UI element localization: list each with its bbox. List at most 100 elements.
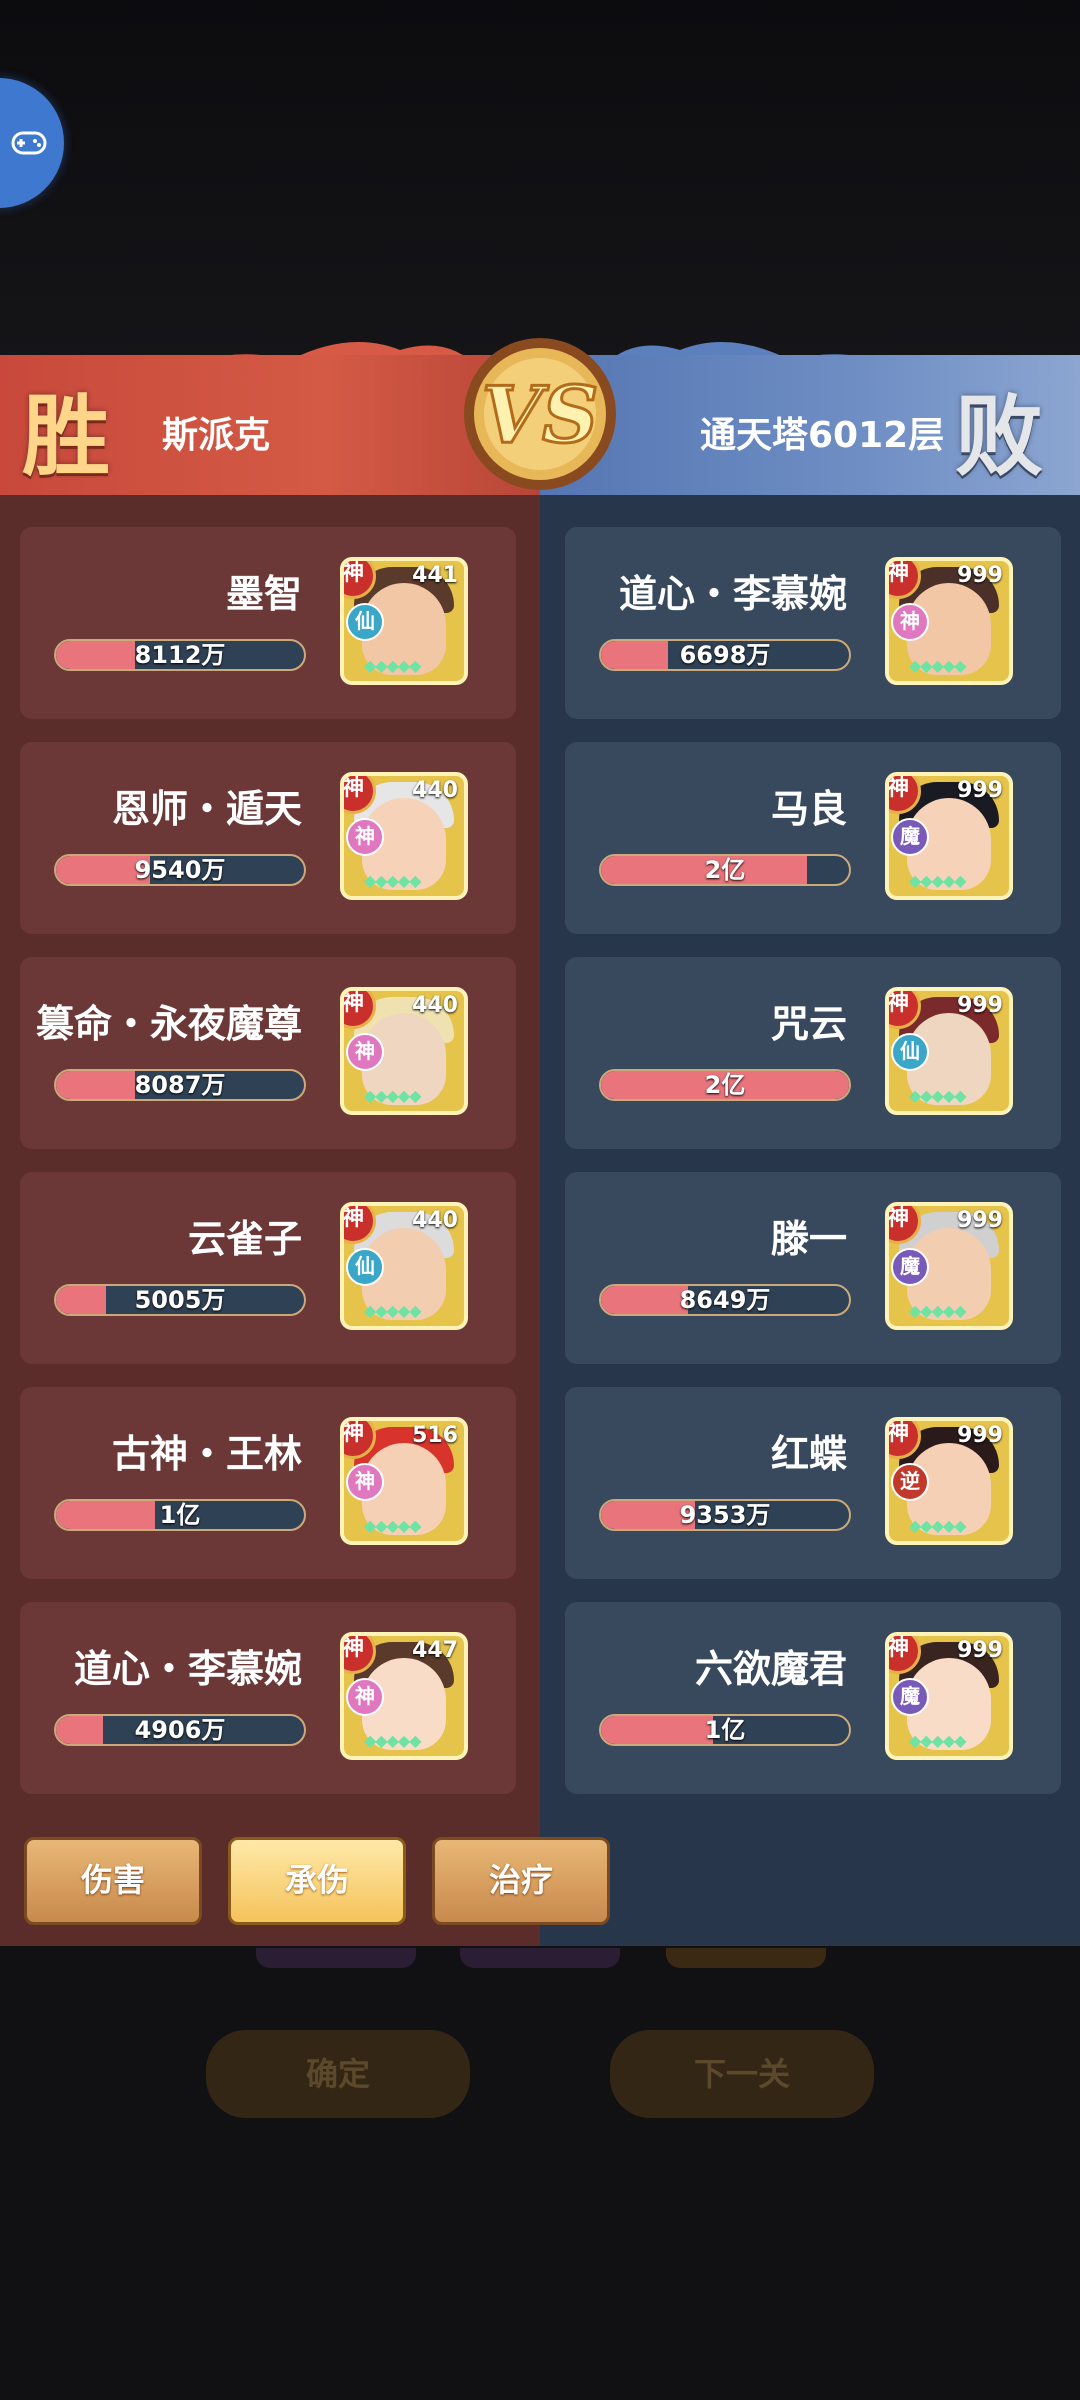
stat-value: 2亿 <box>704 856 746 884</box>
vs-emblem: VS <box>464 338 616 490</box>
behind-tab-chip <box>460 1948 620 1968</box>
stat-value: 2亿 <box>704 1071 746 1099</box>
hero-level: 999 <box>957 993 1003 1018</box>
stat-bar: 1亿 <box>54 1499 306 1531</box>
hero-level: 447 <box>412 1638 458 1663</box>
stat-bar: 9540万 <box>54 854 306 886</box>
stat-bar: 8087万 <box>54 1069 306 1101</box>
star-rank-icons: ◆◆◆◆◆ <box>364 1301 422 1320</box>
hero-card[interactable]: 云雀子 5005万神 440 仙 ◆◆◆◆◆ <box>20 1172 516 1364</box>
hero-name: 马良 <box>770 787 847 831</box>
hero-level: 999 <box>957 778 1003 803</box>
hero-card[interactable]: 恩师・遁天 9540万神 440 神 ◆◆◆◆◆ <box>20 742 516 934</box>
hero-card[interactable]: 道心・李慕婉 6698万神 999 神 ◆◆◆◆◆ <box>565 527 1061 719</box>
lose-label: 败 <box>955 384 1044 488</box>
stat-value: 8087万 <box>134 1071 226 1099</box>
hero-name: 红蝶 <box>770 1432 847 1476</box>
hero-level: 516 <box>412 1423 458 1448</box>
hero-name: 六欲魔君 <box>694 1647 847 1691</box>
star-rank-icons: ◆◆◆◆◆ <box>364 1086 422 1105</box>
faction-badge: 神 <box>346 818 384 856</box>
hero-portrait[interactable]: 神 440 神 ◆◆◆◆◆ <box>340 987 468 1115</box>
faction-badge: 神 <box>346 1033 384 1071</box>
hero-name: 篡命・永夜魔尊 <box>35 1002 302 1046</box>
faction-badge: 仙 <box>346 1248 384 1286</box>
hero-level: 440 <box>412 993 458 1018</box>
faction-badge: 神 <box>891 603 929 641</box>
star-rank-icons: ◆◆◆◆◆ <box>364 1731 422 1750</box>
hero-portrait[interactable]: 神 440 仙 ◆◆◆◆◆ <box>340 1202 468 1330</box>
right-player-name: 通天塔6012层 <box>700 415 945 456</box>
stat-value: 5005万 <box>134 1286 226 1314</box>
hero-name: 云雀子 <box>187 1217 302 1261</box>
faction-badge: 逆 <box>891 1463 929 1501</box>
left-player-name: 斯派克 <box>162 415 271 456</box>
hero-portrait[interactable]: 神 999 魔 ◆◆◆◆◆ <box>885 1632 1013 1760</box>
stat-bar: 2亿 <box>599 1069 851 1101</box>
faction-badge: 魔 <box>891 818 929 856</box>
star-rank-icons: ◆◆◆◆◆ <box>364 871 422 890</box>
hero-card[interactable]: 滕一 8649万神 999 魔 ◆◆◆◆◆ <box>565 1172 1061 1364</box>
stat-bar: 9353万 <box>599 1499 851 1531</box>
hero-name: 墨智 <box>225 572 302 616</box>
hero-level: 440 <box>412 1208 458 1233</box>
tab-healing[interactable]: 治疗 <box>432 1837 610 1925</box>
star-rank-icons: ◆◆◆◆◆ <box>909 1731 967 1750</box>
hero-card[interactable]: 咒云 2亿神 999 仙 ◆◆◆◆◆ <box>565 957 1061 1149</box>
star-rank-icons: ◆◆◆◆◆ <box>364 1516 422 1535</box>
star-rank-icons: ◆◆◆◆◆ <box>909 656 967 675</box>
star-rank-icons: ◆◆◆◆◆ <box>909 1516 967 1535</box>
star-rank-icons: ◆◆◆◆◆ <box>909 1086 967 1105</box>
stat-value: 8649万 <box>679 1286 771 1314</box>
faction-badge: 魔 <box>891 1248 929 1286</box>
battle-result-header: 胜 斯派克 通天塔6012层 败 VS <box>0 330 1080 495</box>
hero-portrait[interactable]: 神 440 神 ◆◆◆◆◆ <box>340 772 468 900</box>
hero-level: 999 <box>957 1638 1003 1663</box>
hero-portrait[interactable]: 神 999 逆 ◆◆◆◆◆ <box>885 1417 1013 1545</box>
stat-value: 9353万 <box>679 1501 771 1529</box>
faction-badge: 仙 <box>346 603 384 641</box>
hero-portrait[interactable]: 神 999 魔 ◆◆◆◆◆ <box>885 1202 1013 1330</box>
stat-value: 1亿 <box>159 1501 201 1529</box>
hero-portrait[interactable]: 神 999 魔 ◆◆◆◆◆ <box>885 772 1013 900</box>
svg-text:VS: VS <box>482 370 599 461</box>
hero-portrait[interactable]: 神 441 仙 ◆◆◆◆◆ <box>340 557 468 685</box>
stat-value: 8112万 <box>134 641 226 669</box>
hero-card[interactable]: 六欲魔君 1亿 神 999 魔 ◆◆◆◆◆ <box>565 1602 1061 1794</box>
hero-portrait[interactable]: 神 516 神 ◆◆◆◆◆ <box>340 1417 468 1545</box>
behind-tab-chip <box>256 1948 416 1968</box>
stat-value: 4906万 <box>134 1716 226 1744</box>
next-level-button[interactable]: 下一关 <box>610 2030 874 2118</box>
hero-card[interactable]: 道心・李慕婉 4906万神 447 神 ◆◆◆◆◆ <box>20 1602 516 1794</box>
win-label: 胜 <box>22 384 111 488</box>
hero-level: 440 <box>412 778 458 803</box>
star-rank-icons: ◆◆◆◆◆ <box>909 871 967 890</box>
hero-card[interactable]: 篡命・永夜魔尊 8087万神 440 神 ◆◆◆◆◆ <box>20 957 516 1149</box>
dim-background-bottom <box>0 1946 1080 2400</box>
stat-bar: 1亿 <box>599 1714 851 1746</box>
confirm-button[interactable]: 确定 <box>206 2030 470 2118</box>
hero-portrait[interactable]: 神 999 仙 ◆◆◆◆◆ <box>885 987 1013 1115</box>
stat-value: 9540万 <box>134 856 226 884</box>
stat-value: 6698万 <box>679 641 771 669</box>
hero-card[interactable]: 古神・王林 1亿 神 516 神 ◆◆◆◆◆ <box>20 1387 516 1579</box>
hero-portrait[interactable]: 神 999 神 ◆◆◆◆◆ <box>885 557 1013 685</box>
tab-damage-taken[interactable]: 承伤 <box>228 1837 406 1925</box>
hero-level: 999 <box>957 1208 1003 1233</box>
star-rank-icons: ◆◆◆◆◆ <box>909 1301 967 1320</box>
hero-card[interactable]: 墨智 8112万 神 441 仙 ◆◆◆◆◆ <box>20 527 516 719</box>
faction-badge: 仙 <box>891 1033 929 1071</box>
stat-bar: 5005万 <box>54 1284 306 1316</box>
hero-card[interactable]: 红蝶 9353万神 999 逆 ◆◆◆◆◆ <box>565 1387 1061 1579</box>
stat-bar: 6698万 <box>599 639 851 671</box>
behind-tab-chip <box>666 1948 826 1968</box>
hero-name: 滕一 <box>770 1217 847 1261</box>
hero-portrait[interactable]: 神 447 神 ◆◆◆◆◆ <box>340 1632 468 1760</box>
stat-bar: 8112万 <box>54 639 306 671</box>
tab-damage[interactable]: 伤害 <box>24 1837 202 1925</box>
hero-card[interactable]: 马良 2亿神 999 魔 ◆◆◆◆◆ <box>565 742 1061 934</box>
stat-bar: 8649万 <box>599 1284 851 1316</box>
stat-bar: 4906万 <box>54 1714 306 1746</box>
hero-name: 古神・王林 <box>111 1432 302 1476</box>
gamepad-icon <box>11 131 47 155</box>
